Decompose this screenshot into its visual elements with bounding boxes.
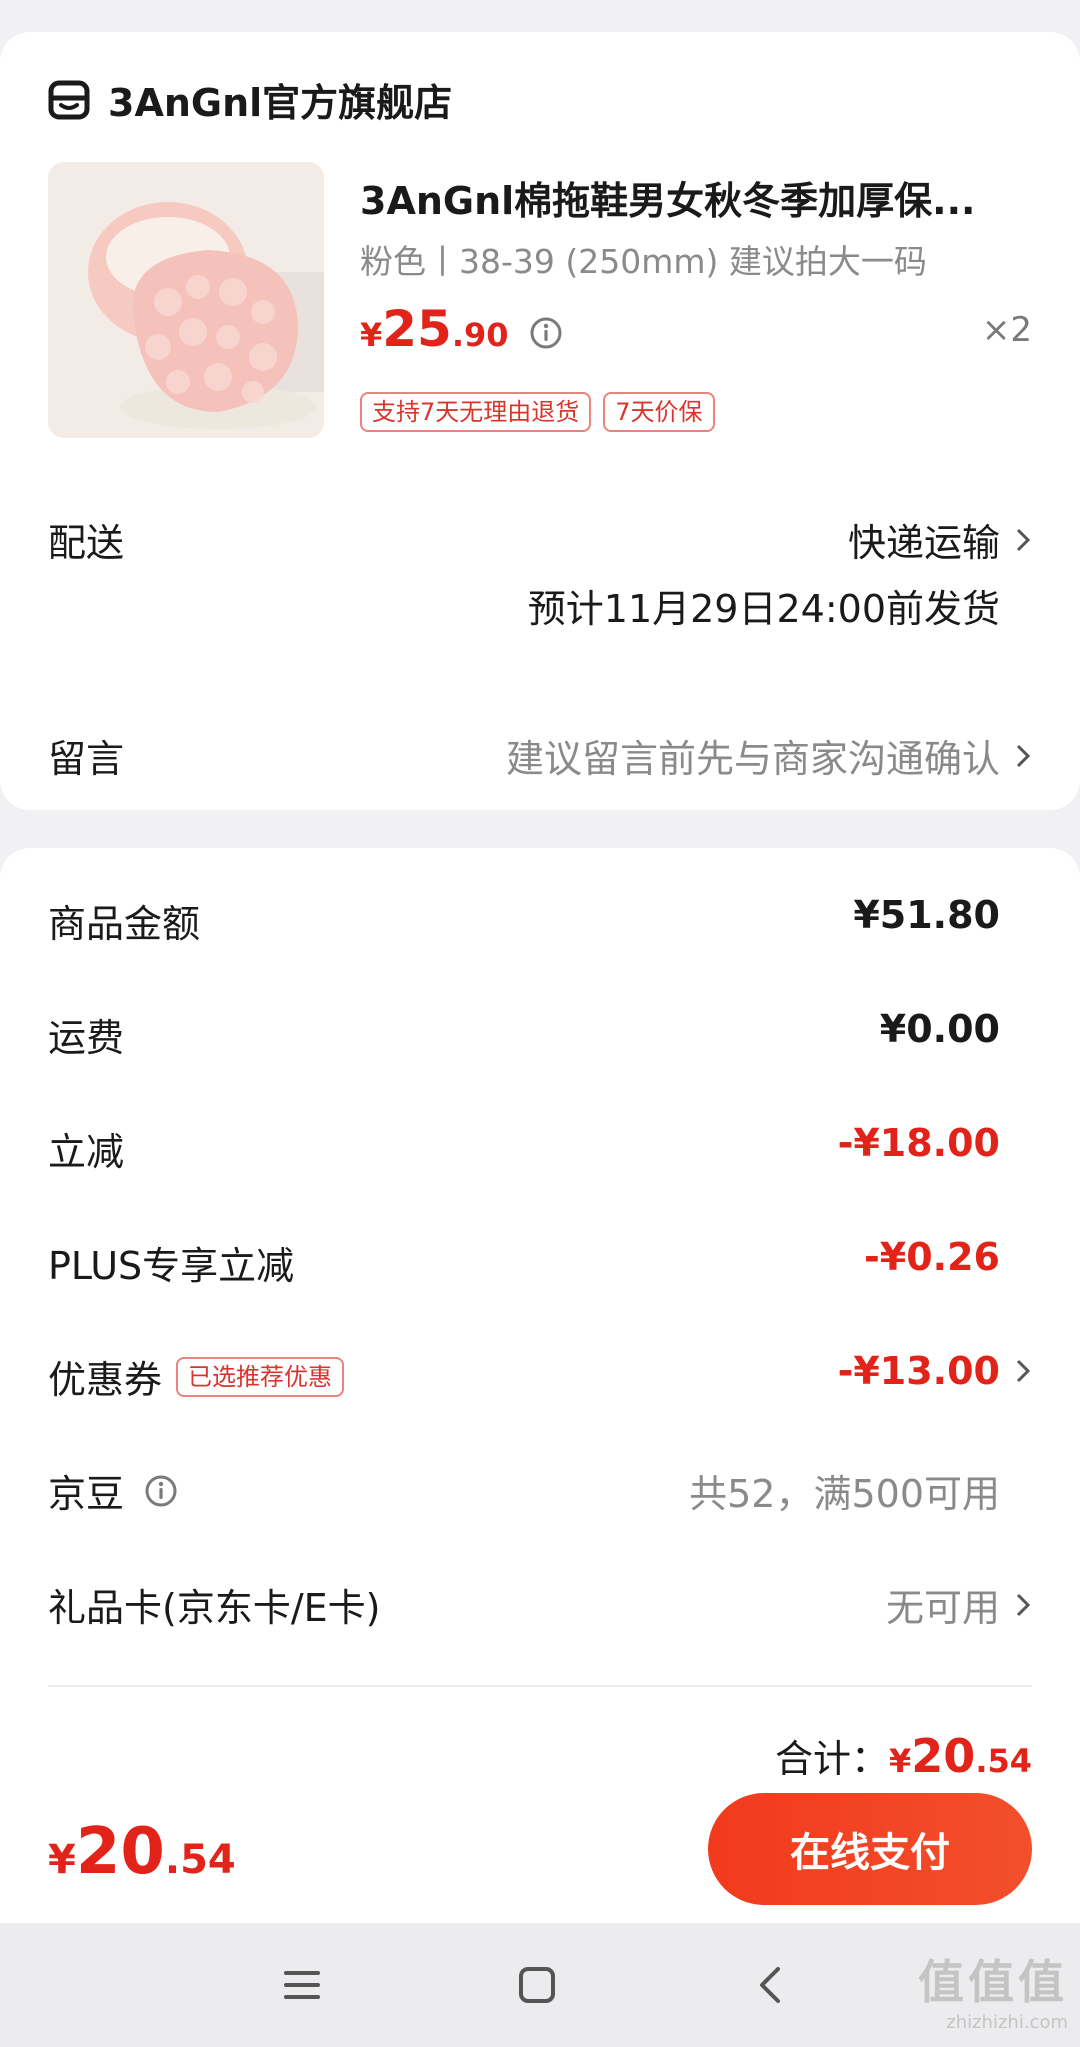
recent-apps-icon[interactable]: [278, 1961, 326, 2009]
delivery-eta: 预计11月29日24:00前发货: [527, 587, 1000, 631]
product-title[interactable]: 3AnGnl棉拖鞋男女秋冬季加厚保...: [360, 170, 1000, 225]
back-icon[interactable]: [748, 1961, 796, 2009]
giftcard-value: 无可用: [885, 1586, 1000, 1630]
coupon-value: -¥13.00: [837, 1349, 1000, 1393]
coupon-label-group: 优惠券 已选推荐优惠: [48, 1349, 345, 1404]
store-name: 3AnGnl官方旗舰店: [108, 81, 453, 125]
service-tags: 支持7天无理由退货 7天价保: [360, 392, 727, 432]
plus-discount-row: -¥0.26: [864, 1235, 1032, 1279]
product-image[interactable]: [48, 162, 324, 438]
plus-discount-label: PLUS专享立减: [48, 1244, 295, 1288]
discount-label: 立减: [48, 1130, 125, 1174]
coupon-row[interactable]: -¥13.00: [838, 1349, 1032, 1393]
chevron-right-icon: [1016, 1593, 1031, 1616]
checkout-price-decimal: .54: [164, 1837, 236, 1883]
system-nav-bar: 值值值 zhizhizhi.com: [0, 1923, 1080, 2047]
shipping-row: ¥0.00: [880, 1007, 1032, 1051]
message-label: 留言: [48, 737, 125, 781]
watermark-url: zhizhizhi.com: [946, 2012, 1068, 2033]
giftcard-label: 礼品卡(京东卡/E卡): [48, 1586, 381, 1630]
return-policy-tag: 支持7天无理由退货: [360, 392, 592, 432]
message-placeholder: 建议留言前先与商家沟通确认: [505, 737, 1000, 781]
goods-amount-value: ¥51.80: [853, 893, 1000, 937]
shipping-label: 运费: [48, 1016, 125, 1060]
info-icon[interactable]: [529, 316, 563, 350]
watermark: 值值值 zhizhizhi.com: [918, 1946, 1068, 2033]
store-icon: [48, 80, 90, 119]
coupon-badge: 已选推荐优惠: [176, 1356, 345, 1397]
goods-amount-label: 商品金额: [48, 902, 201, 946]
jingdou-row: 共52，满500可用: [689, 1463, 1032, 1518]
plus-discount-value: -¥0.26: [864, 1235, 1000, 1279]
checkout-price: ¥ 20 .54: [48, 1815, 236, 1889]
slipper-image: [48, 162, 324, 438]
coupon-label: 优惠券: [48, 1358, 163, 1402]
home-icon[interactable]: [513, 1961, 561, 2009]
store-header[interactable]: 3AnGnl官方旗舰店: [48, 72, 452, 127]
watermark-logo: 值值值: [918, 1955, 1068, 2009]
message-row[interactable]: 建议留言前先与商家沟通确认: [506, 728, 1032, 783]
goods-amount-row: ¥51.80: [853, 893, 1032, 937]
price-integer: 25: [382, 300, 452, 358]
chevron-right-icon: [1016, 528, 1031, 551]
delivery-label: 配送: [48, 521, 125, 565]
info-icon[interactable]: [144, 1474, 178, 1508]
chevron-right-icon: [1016, 1359, 1031, 1383]
giftcard-row[interactable]: 无可用: [886, 1577, 1032, 1632]
product-quantity: ×2: [981, 310, 1032, 350]
discount-row: -¥18.00: [838, 1121, 1032, 1165]
price-protect-tag: 7天价保: [603, 392, 715, 432]
jingdou-value: 共52，满500可用: [689, 1472, 1000, 1516]
jingdou-label-group: 京豆: [48, 1463, 178, 1518]
price-decimal: .90: [451, 316, 509, 354]
jingdou-label: 京豆: [48, 1472, 125, 1516]
product-price: ¥ 25 .90: [360, 300, 563, 358]
pay-online-button[interactable]: 在线支付: [708, 1793, 1032, 1905]
price-summary-card: [0, 848, 1080, 1848]
checkout-currency: ¥: [48, 1837, 76, 1883]
delivery-method-row[interactable]: 快递运输: [848, 512, 1032, 567]
price-currency: ¥: [360, 316, 383, 354]
checkout-price-integer: 20: [75, 1815, 165, 1889]
delivery-method: 快递运输: [847, 521, 1000, 565]
discount-value: -¥18.00: [837, 1121, 1000, 1165]
shipping-value: ¥0.00: [879, 1007, 1000, 1051]
divider: [48, 1685, 1032, 1687]
delivery-eta-row: 预计11月29日24:00前发货: [528, 578, 1032, 633]
product-spec[interactable]: 粉色丨38-39 (250mm) 建议拍大一码: [360, 235, 927, 283]
chevron-right-icon: [1016, 744, 1031, 767]
checkout-bar: ¥ 20 .54 在线支付: [0, 1775, 1080, 1923]
